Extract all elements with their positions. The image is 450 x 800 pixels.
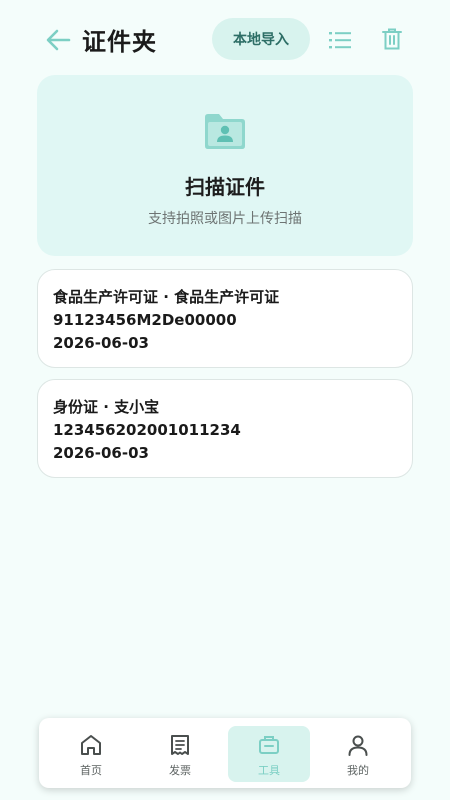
document-card[interactable]: 身份证 · 支小宝 123456202001011234 2026-06-03 [37,379,413,478]
nav-label: 首页 [80,764,102,777]
nav-item-tools[interactable]: 工具 [228,726,310,782]
toolbox-icon [256,732,282,758]
nav-label: 我的 [347,764,369,777]
document-date: 2026-06-03 [53,444,149,462]
header: 证件夹 本地导入 [0,0,450,78]
nav-label: 工具 [258,764,280,777]
document-name: 食品生产许可证 · 食品生产许可证 [53,288,280,306]
local-import-button[interactable]: 本地导入 [212,18,310,60]
bottom-nav: 首页 发票 工具 我的 [39,718,411,788]
home-icon [78,732,104,758]
list-icon [329,32,351,49]
document-date: 2026-06-03 [53,334,149,352]
nav-item-invoice[interactable]: 发票 [139,726,221,782]
list-view-button[interactable] [326,26,354,54]
document-number: 123456202001011234 [53,421,241,439]
arrow-left-icon [46,29,71,51]
document-number: 91123456M2De00000 [53,311,237,329]
scan-title: 扫描证件 [185,175,265,199]
user-icon [345,732,371,758]
back-button[interactable] [42,24,74,56]
document-card[interactable]: 食品生产许可证 · 食品生产许可证 91123456M2De00000 2026… [37,269,413,368]
invoice-icon [167,732,193,758]
nav-item-profile[interactable]: 我的 [317,726,399,782]
document-name: 身份证 · 支小宝 [53,398,160,416]
delete-button[interactable] [378,25,406,53]
nav-item-home[interactable]: 首页 [50,726,132,782]
scan-subtitle: 支持拍照或图片上传扫描 [148,211,302,227]
trash-icon [382,28,402,50]
folder-id-icon [205,114,245,149]
nav-label: 发票 [169,764,191,777]
scan-document-card[interactable]: 扫描证件 支持拍照或图片上传扫描 [37,75,413,256]
page-title: 证件夹 [82,28,157,56]
